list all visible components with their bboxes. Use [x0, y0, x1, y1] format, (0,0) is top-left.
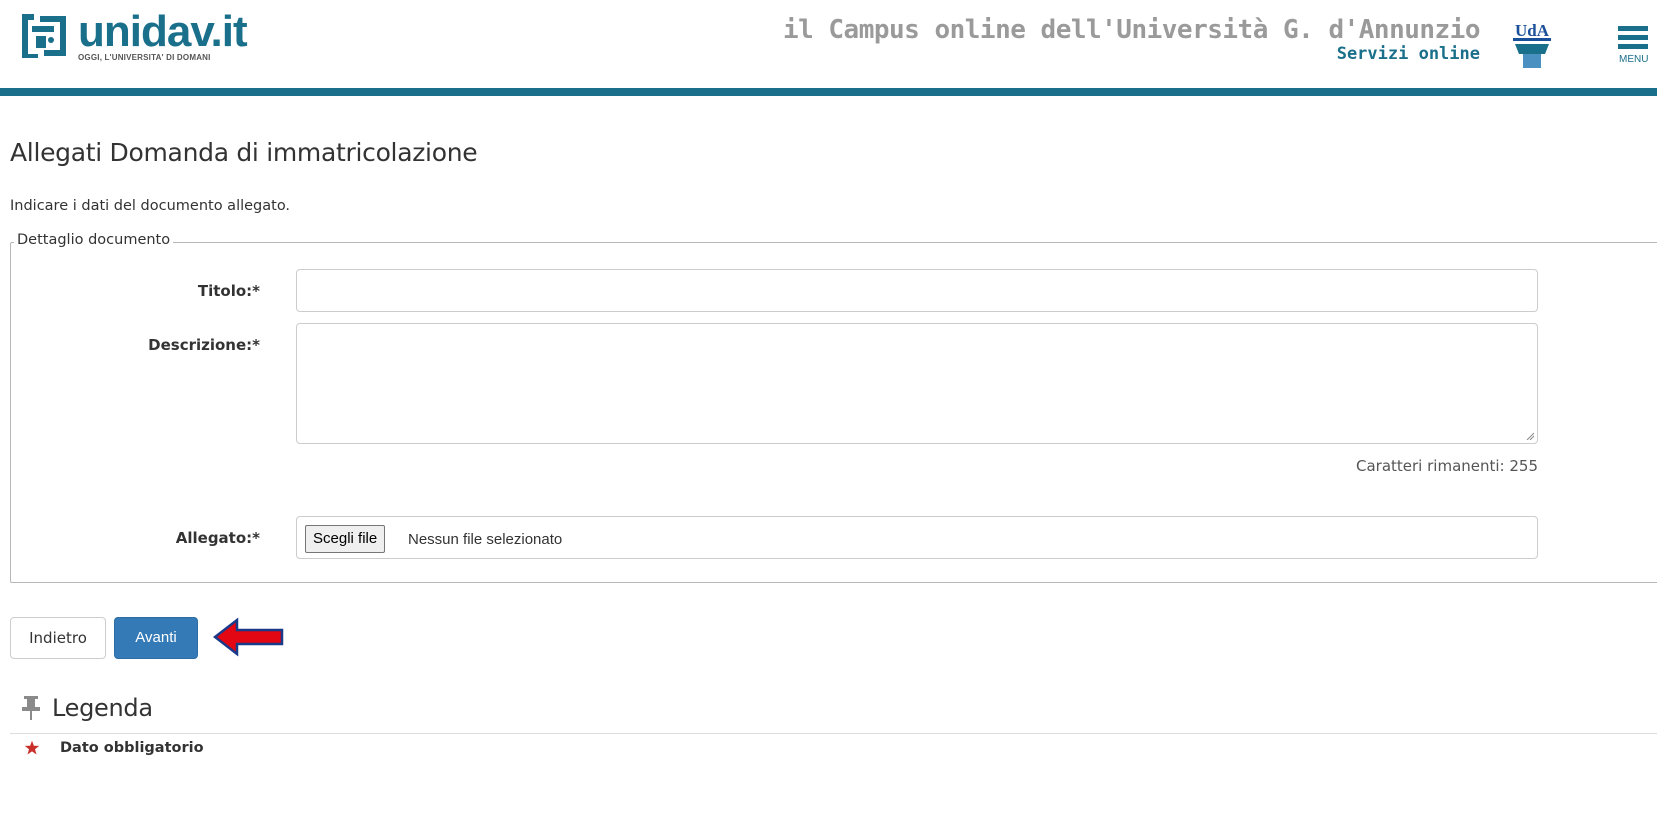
description-label: Descrizione:* [148, 336, 260, 354]
description-textarea[interactable] [296, 323, 1538, 444]
campus-title: il Campus online dell'Università G. d'An… [782, 15, 1481, 45]
red-arrow-annotation-icon [213, 617, 284, 657]
legenda-title: Legenda [52, 694, 153, 722]
campus-subtitle: Servizi online [1336, 44, 1480, 64]
resize-grip-icon[interactable] [1526, 432, 1534, 440]
campus-heading: il Campus online dell'Università G. d'An… [782, 14, 1481, 64]
required-star-icon [24, 740, 40, 755]
header-divider [0, 88, 1657, 96]
choose-file-button[interactable]: Scegli file [305, 525, 386, 553]
logo-wordmark: unidav.it [78, 7, 248, 56]
unidav-logo[interactable]: unidav.it OGGI, L'UNIVERSITA' DI DOMANI [18, 7, 248, 62]
logo-tagline: OGGI, L'UNIVERSITA' DI DOMANI [78, 53, 211, 62]
fieldset-legend: Dettaglio documento [14, 232, 174, 248]
attachment-file-input[interactable]: Scegli file Nessun file selezionato [296, 516, 1538, 559]
title-label: Titolo:* [197, 282, 260, 300]
site-header: unidav.it OGGI, L'UNIVERSITA' DI DOMANI … [0, 0, 1657, 88]
page-intro: Indicare i dati del documento allegato. [10, 198, 291, 214]
back-button[interactable]: Indietro [10, 617, 106, 659]
file-status-text: Nessun file selezionato [408, 531, 563, 548]
legenda-divider [10, 733, 1657, 734]
next-button[interactable]: Avanti [114, 617, 198, 659]
attachment-label: Allegato:* [175, 529, 260, 547]
uda-seal-icon: UdA [1513, 21, 1551, 68]
page-title: Allegati Domanda di immatricolazione [10, 138, 478, 167]
unidav-logo-icon [18, 10, 70, 62]
pushpin-icon [22, 696, 40, 720]
menu-label: MENU [1619, 54, 1649, 65]
title-input[interactable] [296, 269, 1538, 312]
uda-seal-lettering: UdA [1515, 21, 1550, 40]
chars-remaining: Caratteri rimanenti: 255 [1356, 457, 1538, 475]
menu-button[interactable]: MENU [1610, 22, 1657, 70]
legenda-item-required: Dato obbligatorio [60, 740, 204, 756]
legenda-header: Legenda [20, 694, 153, 722]
